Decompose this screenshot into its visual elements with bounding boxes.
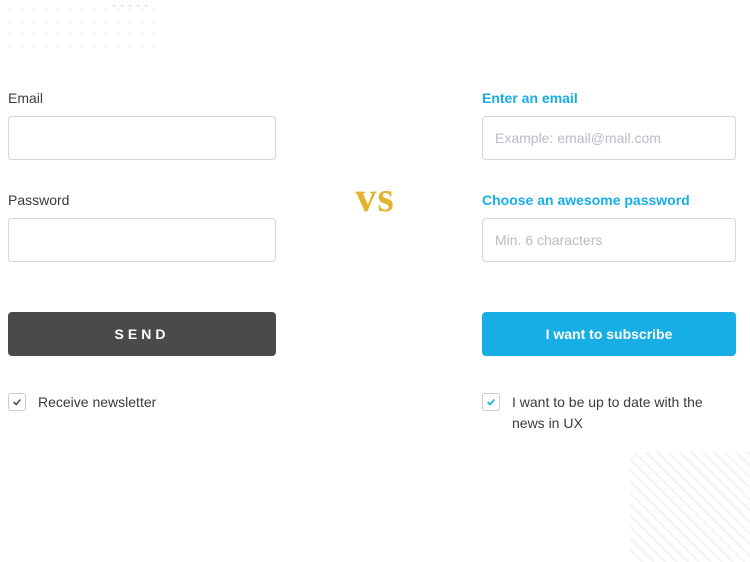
right-email-field: Enter an email	[482, 90, 736, 160]
comparison-container: Email Password SEND Receive newsletter v…	[0, 0, 750, 434]
vs-text: vs	[355, 174, 394, 222]
check-icon	[486, 397, 496, 407]
right-subscribe-button[interactable]: I want to subscribe	[482, 312, 736, 356]
right-password-input[interactable]	[482, 218, 736, 262]
left-password-label: Password	[8, 192, 276, 208]
left-send-button[interactable]: SEND	[8, 312, 276, 356]
left-newsletter-checkbox[interactable]	[8, 393, 26, 411]
right-email-label: Enter an email	[482, 90, 736, 106]
left-email-field: Email	[8, 90, 276, 160]
right-email-input[interactable]	[482, 116, 736, 160]
decor-stripes-bottom	[630, 452, 750, 562]
check-icon	[12, 397, 22, 407]
right-password-field: Choose an awesome password	[482, 192, 736, 262]
right-form: Enter an email Choose an awesome passwor…	[482, 90, 742, 434]
left-newsletter-row: Receive newsletter	[8, 392, 276, 413]
left-newsletter-label: Receive newsletter	[38, 392, 156, 413]
right-newsletter-checkbox[interactable]	[482, 393, 500, 411]
left-email-label: Email	[8, 90, 276, 106]
left-form: Email Password SEND Receive newsletter	[8, 90, 276, 413]
left-password-field: Password	[8, 192, 276, 262]
right-newsletter-label: I want to be up to date with the news in…	[512, 392, 736, 434]
left-email-input[interactable]	[8, 116, 276, 160]
right-password-label: Choose an awesome password	[482, 192, 736, 208]
left-password-input[interactable]	[8, 218, 276, 262]
right-newsletter-row: I want to be up to date with the news in…	[482, 392, 736, 434]
